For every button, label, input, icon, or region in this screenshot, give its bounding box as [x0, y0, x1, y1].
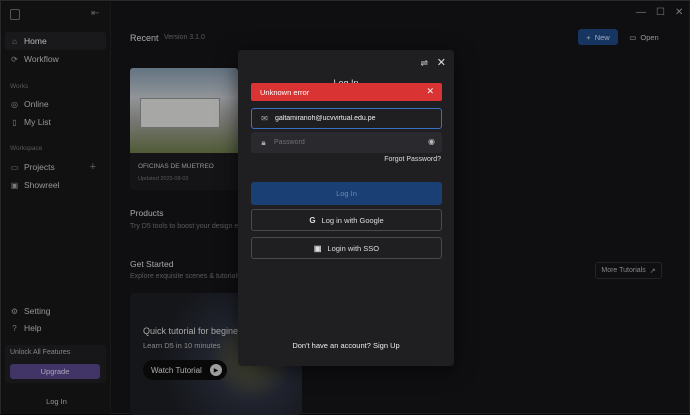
google-login-button[interactable]: G Log in with Google [251, 209, 442, 231]
close-icon[interactable]: ✕ [437, 56, 446, 69]
forgot-password-link[interactable]: Forgot Password? [384, 156, 441, 163]
login-button[interactable]: Log In [251, 182, 442, 205]
sso-login-button[interactable]: ▣ Login with SSO [251, 237, 442, 259]
login-modal: ⇌ ✕ Log In Unknown error ✕ ✉ 🔒︎ ◉ Forgot… [238, 50, 454, 366]
password-field[interactable]: 🔒︎ ◉ [251, 132, 442, 153]
google-icon: G [309, 215, 316, 225]
email-field[interactable]: ✉ [251, 108, 442, 129]
google-login-label: Log in with Google [321, 215, 384, 225]
error-banner: Unknown error ✕ [251, 83, 442, 101]
eye-icon[interactable]: ◉ [428, 137, 435, 146]
id-card-icon: ▣ [313, 243, 322, 253]
password-input[interactable] [274, 139, 424, 146]
mail-icon: ✉ [261, 114, 268, 123]
signup-link[interactable]: Don't have an account? Sign Up [238, 341, 454, 350]
email-input[interactable] [275, 115, 425, 122]
sso-login-label: Login with SSO [327, 243, 380, 253]
lock-icon: 🔒︎ [261, 137, 266, 147]
settings-sliders-icon[interactable]: ⇌ [420, 58, 428, 69]
app-window: ⇤ ⌂ Home ⟳ Workflow Works ◎ Online ▯ My … [0, 0, 690, 415]
error-message: Unknown error [260, 87, 310, 97]
dismiss-error-icon[interactable]: ✕ [426, 86, 434, 97]
